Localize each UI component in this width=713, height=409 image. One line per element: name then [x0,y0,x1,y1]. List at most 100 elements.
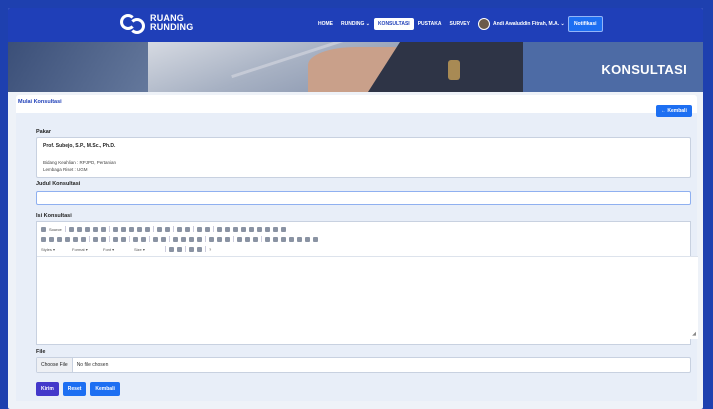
reset-button[interactable]: Reset [62,382,87,396]
hr-icon[interactable] [281,236,286,242]
align-right-icon[interactable] [189,236,194,242]
anchor-icon[interactable] [253,236,258,242]
image-button-icon[interactable] [272,226,278,232]
iframe-icon[interactable] [313,236,318,242]
kembali-button[interactable]: Kembali [90,382,120,396]
superscript-icon[interactable] [81,236,86,242]
ltr-icon[interactable] [209,236,214,242]
card-header: Mulai Konsultasi [16,95,697,113]
undo-icon[interactable] [156,226,162,232]
radio-icon[interactable] [232,226,238,232]
chevron-down-icon: ⌄ [560,21,565,27]
align-left-icon[interactable] [173,236,178,242]
show-blocks-icon[interactable] [197,246,202,252]
navbar: RUANG RUNDING HOME RUNDING ⌄ KONSULTASI … [8,8,703,42]
form-actions: Kirim Reset Kembali [36,382,120,396]
special-char-icon[interactable] [297,236,302,242]
app-frame: RUANG RUNDING HOME RUNDING ⌄ KONSULTASI … [8,8,703,409]
nav-survey[interactable]: SURVEY [446,18,474,30]
copy-format-icon[interactable] [93,236,98,242]
rtl-icon[interactable] [217,236,222,242]
file-label: File [36,349,46,355]
numbered-list-icon[interactable] [113,236,118,242]
justify-icon[interactable] [197,236,202,242]
text-color-icon[interactable] [169,246,174,252]
outdent-icon[interactable] [133,236,138,242]
nav-home[interactable]: HOME [314,18,337,30]
avatar[interactable] [477,18,490,30]
subscript-icon[interactable] [73,236,78,242]
template-icon[interactable] [100,226,106,232]
paste-text-icon[interactable] [136,226,142,232]
pakar-label: Pakar [36,129,51,135]
copy-icon[interactable] [120,226,126,232]
source-icon[interactable] [41,226,46,232]
blockquote-icon[interactable] [153,236,158,242]
styles-dropdown[interactable]: Styles ▾ [41,247,69,252]
pakar-name: Prof. Subejo, S.P., M.Sc., Ph.D. [43,143,116,149]
underline-icon[interactable] [57,236,62,242]
pakar-box: Prof. Subejo, S.P., M.Sc., Ph.D. Bidang … [36,137,691,178]
italic-icon[interactable] [49,236,54,242]
paste-icon[interactable] [128,226,134,232]
isi-label: Isi Konsultasi [36,213,72,219]
preview-icon[interactable] [84,226,90,232]
file-status: No file chosen [76,362,109,368]
select-all-icon[interactable] [196,226,202,232]
bg-color-icon[interactable] [177,246,182,252]
notifikasi-button[interactable]: Notifikasi [568,16,603,32]
indent-icon[interactable] [141,236,146,242]
format-dropdown[interactable]: Format ▾ [72,247,100,252]
smiley-icon[interactable] [289,236,294,242]
bulleted-list-icon[interactable] [121,236,126,242]
button-icon[interactable] [264,226,270,232]
unlink-icon[interactable] [245,236,250,242]
textfield-icon[interactable] [240,226,246,232]
save-icon[interactable] [68,226,74,232]
logo-icon [120,12,148,34]
editor-content-area[interactable]: ◢ [37,256,698,339]
font-dropdown[interactable]: Font ▾ [103,247,131,252]
editor-toolbar-row2 [37,234,698,244]
form-icon[interactable] [216,226,222,232]
print-icon[interactable] [92,226,98,232]
link-icon[interactable] [237,236,242,242]
size-dropdown[interactable]: Size ▾ [134,247,162,252]
textarea-icon[interactable] [248,226,254,232]
main-nav: HOME RUNDING ⌄ KONSULTASI PUSTAKA SURVEY… [314,18,565,30]
replace-icon[interactable] [184,226,190,232]
nav-pustaka[interactable]: PUSTAKA [414,18,446,30]
find-icon[interactable] [176,226,182,232]
user-menu[interactable]: Andi Awaluddin Fitrah, M.A. ⌄ [493,21,565,27]
paste-word-icon[interactable] [144,226,150,232]
back-button-top[interactable]: ← Kembali [656,105,692,117]
judul-input[interactable] [36,191,691,205]
strike-icon[interactable] [65,236,70,242]
spellcheck-icon[interactable] [204,226,210,232]
language-icon[interactable] [225,236,230,242]
source-button[interactable]: Source [49,227,62,232]
nav-runding[interactable]: RUNDING ⌄ [337,18,374,30]
redo-icon[interactable] [164,226,170,232]
hidden-field-icon[interactable] [280,226,286,232]
nav-konsultasi[interactable]: KONSULTASI [373,18,414,30]
div-icon[interactable] [161,236,166,242]
new-page-icon[interactable] [76,226,82,232]
align-center-icon[interactable] [181,236,186,242]
bold-icon[interactable] [41,236,46,242]
cut-icon[interactable] [112,226,118,232]
remove-format-icon[interactable] [101,236,106,242]
resize-handle-icon[interactable]: ◢ [692,331,696,337]
kirim-button[interactable]: Kirim [36,382,59,396]
maximize-icon[interactable] [189,246,194,252]
choose-file-button[interactable]: Choose File [37,358,73,372]
checkbox-icon[interactable] [224,226,230,232]
file-input[interactable]: Choose File No file chosen [36,357,691,373]
image-icon[interactable] [265,236,270,242]
select-icon[interactable] [256,226,262,232]
page-break-icon[interactable] [305,236,310,242]
logo[interactable]: RUANG RUNDING [120,12,193,34]
help-button[interactable]: ? [209,247,211,252]
table-icon[interactable] [273,236,278,242]
hero-banner [8,42,703,92]
